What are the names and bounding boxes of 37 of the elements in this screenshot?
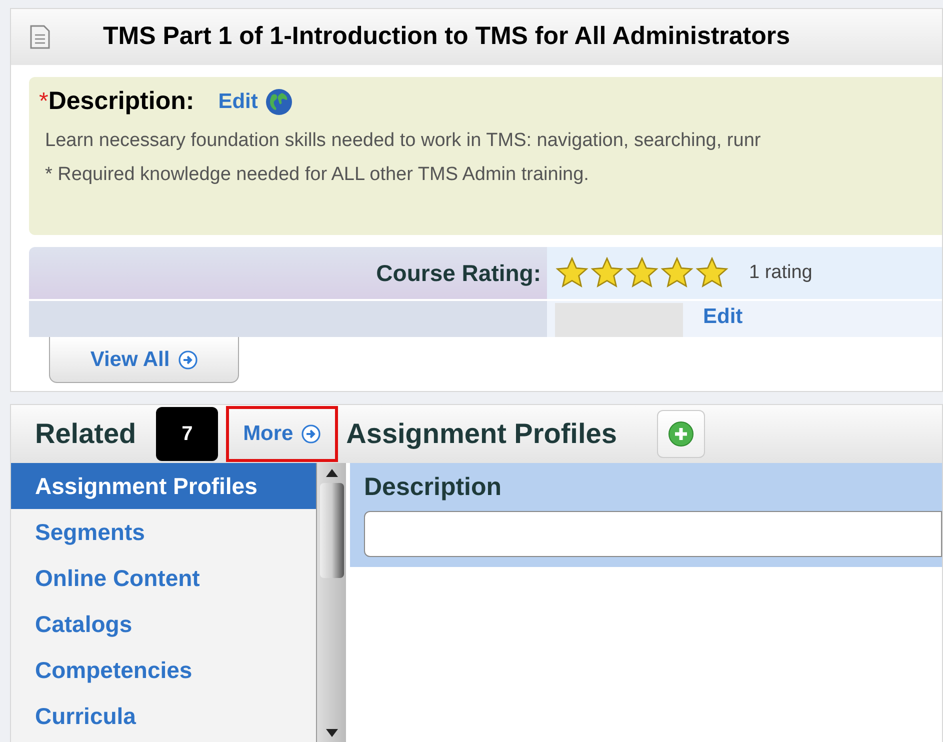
course-title: TMS Part 1 of 1-Introduction to TMS for All Administrators	[103, 21, 790, 52]
step-callout: 7	[156, 407, 218, 461]
related-item[interactable]: Assignment Profiles	[11, 463, 316, 509]
scroll-down-icon[interactable]	[326, 729, 338, 737]
description-label: Description:	[48, 86, 194, 117]
star-icon	[555, 257, 589, 289]
related-item[interactable]: Catalogs	[11, 601, 316, 647]
add-button[interactable]	[656, 410, 705, 458]
filter-field[interactable]	[364, 510, 942, 556]
column-header: Description	[364, 473, 502, 501]
scrollbar[interactable]	[316, 463, 346, 742]
star-icon	[695, 257, 729, 289]
description-text: Learn necessary foundation skills needed to work in TMS: navigation, searching, runr	[45, 128, 762, 152]
edit-link[interactable]: Edit	[218, 86, 258, 118]
document-icon	[29, 24, 51, 50]
rating-label: Course Rating:	[376, 258, 541, 288]
scrollbar-thumb[interactable]	[320, 483, 344, 578]
arrow-right-icon	[178, 350, 198, 370]
rating-count: 1 rating	[749, 260, 812, 285]
arrow-right-icon	[301, 424, 322, 444]
scroll-up-icon[interactable]	[326, 469, 338, 477]
star-icon	[625, 257, 659, 289]
more-link[interactable]: More	[226, 406, 338, 462]
related-item[interactable]: Online Content	[11, 555, 316, 601]
globe-icon	[264, 86, 294, 117]
plus-icon	[668, 421, 694, 447]
required-mark: *	[39, 86, 48, 117]
edit-rating-link[interactable]: Edit	[703, 301, 743, 337]
related-title: Related	[35, 417, 136, 451]
related-item[interactable]: Curricula	[11, 693, 316, 739]
panel-title: Assignment Profiles	[346, 417, 617, 451]
view-all-button[interactable]: View All	[49, 337, 239, 383]
star-icon	[590, 257, 624, 289]
star-icon	[660, 257, 694, 289]
related-item[interactable]: Segments	[11, 509, 316, 555]
description-text: * Required knowledge needed for ALL other TMS Admin training.	[45, 163, 590, 187]
related-item[interactable]: Competencies	[11, 647, 316, 693]
